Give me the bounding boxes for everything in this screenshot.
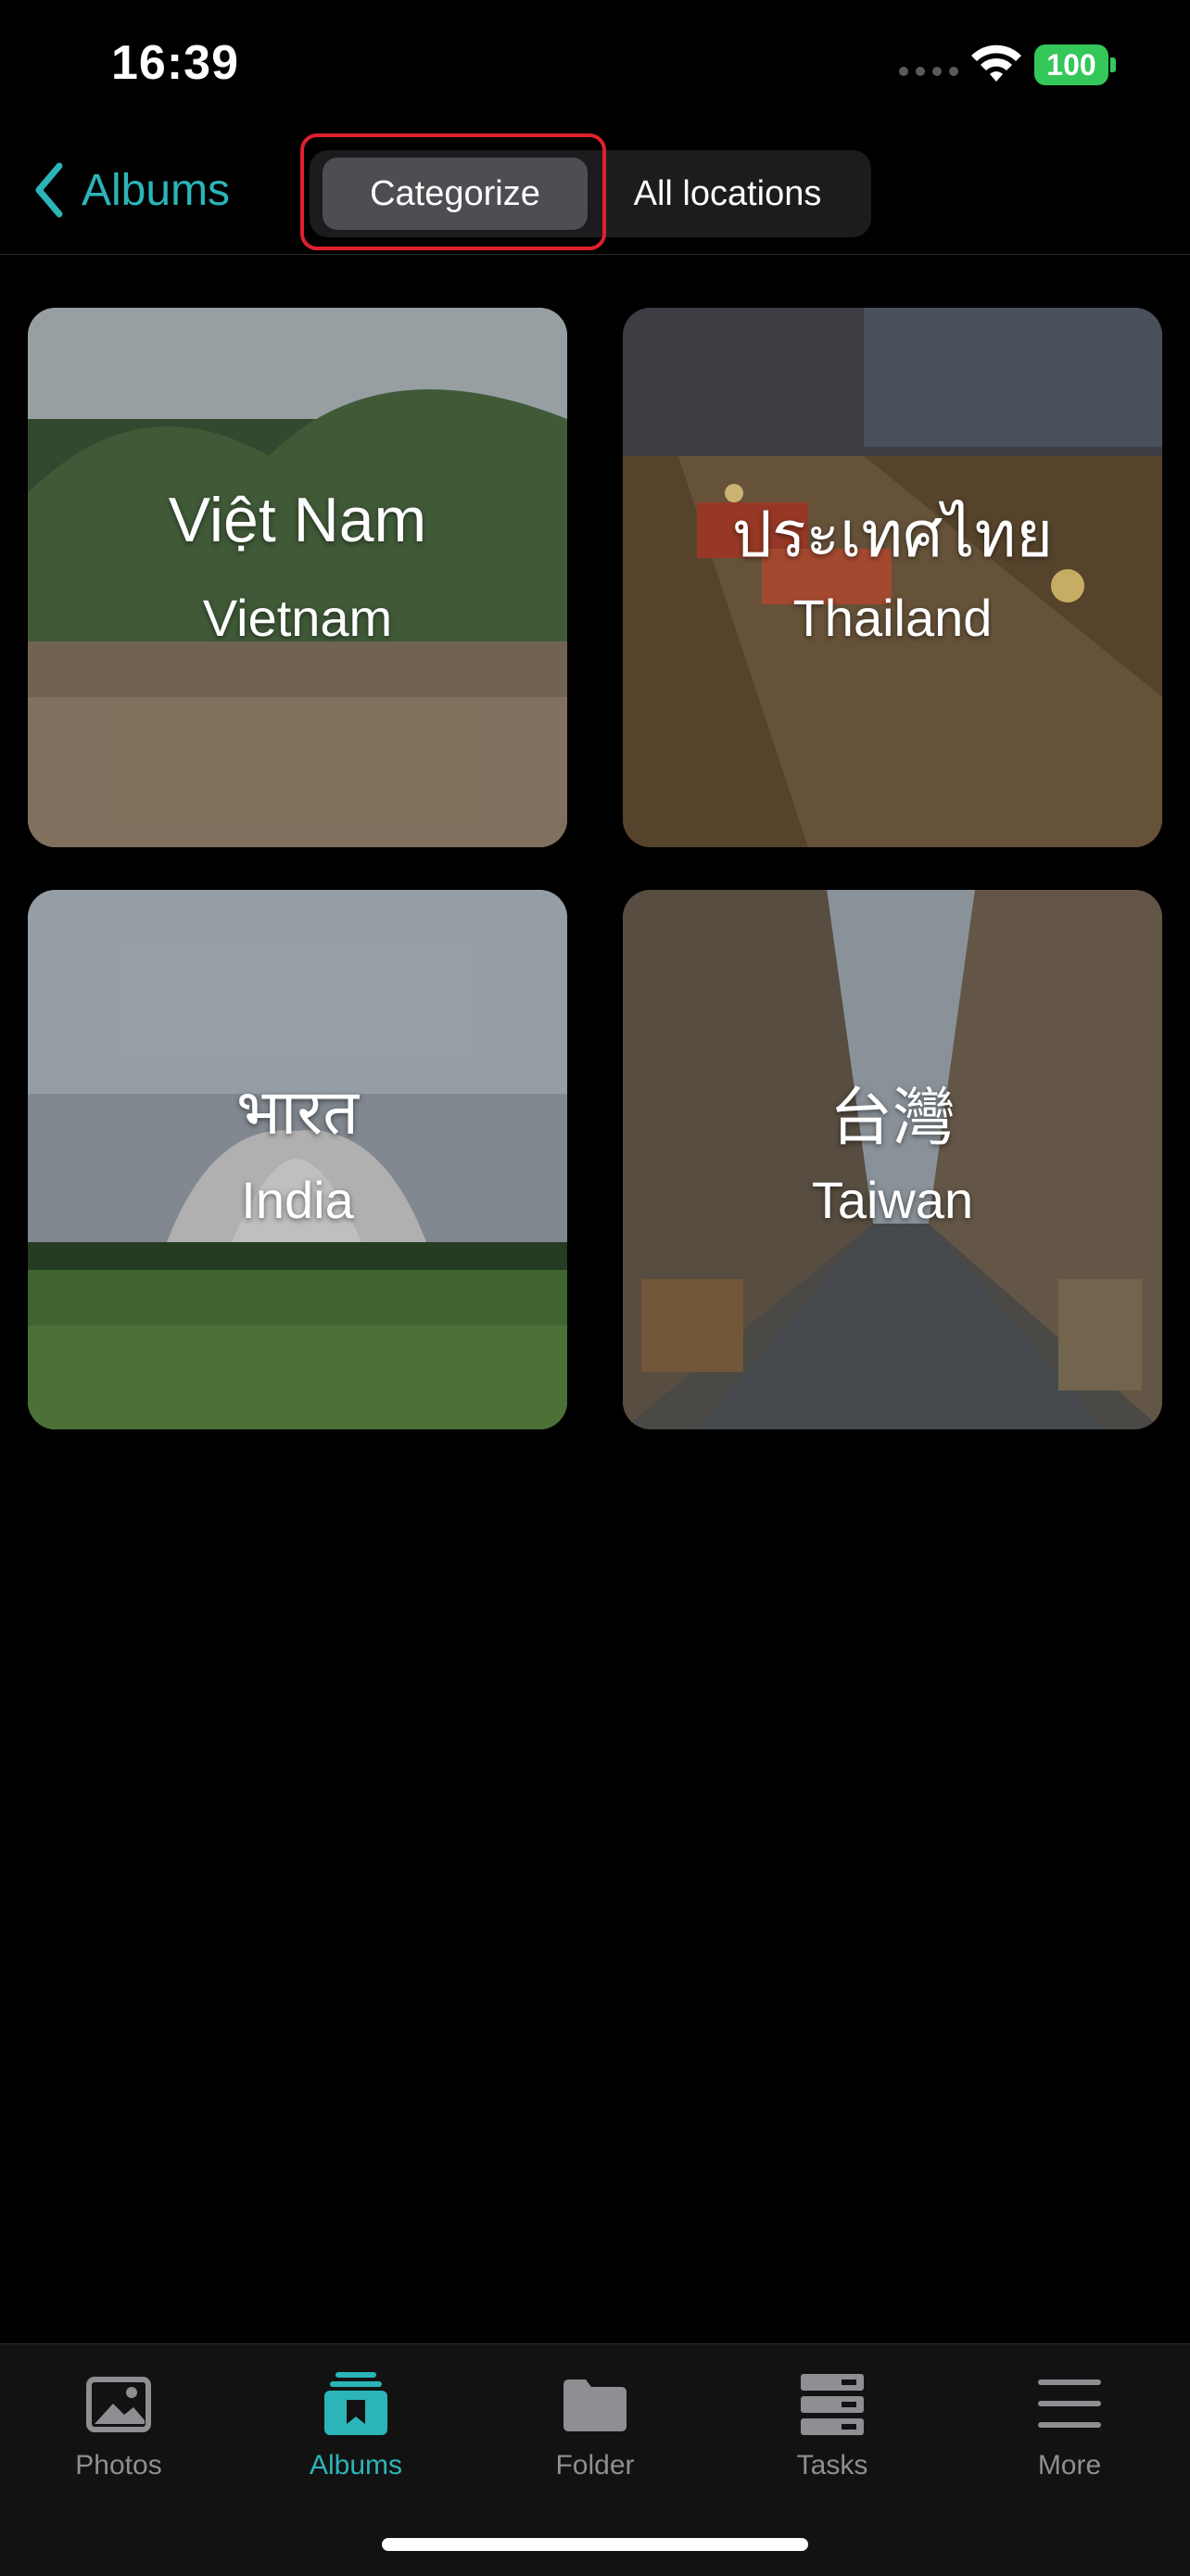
battery-indicator: 100 [1034,44,1108,85]
signal-icon [899,67,958,76]
battery-tip [1110,57,1116,72]
tab-label: Photos [75,2450,162,2481]
chevron-left-icon [35,162,63,218]
album-native-name: 台灣 [829,1083,956,1153]
album-english-name: India [241,1171,354,1229]
album-tile-vietnam[interactable]: Việt Nam Vietnam [28,308,567,847]
album-native-name: ประเทศไทย [731,500,1054,570]
photos-icon [86,2377,151,2432]
tab-tasks[interactable]: Tasks [740,2367,925,2506]
nav-bar: Albums Categorize All locations [0,130,1190,255]
home-indicator[interactable] [382,2538,808,2551]
album-dim-overlay [28,890,567,1429]
album-english-name: Taiwan [811,1171,974,1229]
album-tile-thailand[interactable]: ประเทศไทย Thailand [623,308,1162,847]
back-label: Albums [82,165,231,215]
tab-photos[interactable]: Photos [26,2367,211,2506]
albums-icon [324,2372,387,2435]
album-english-name: Thailand [792,589,993,647]
tab-label: Folder [555,2450,635,2481]
tab-more[interactable]: More [977,2367,1162,2506]
album-dim-overlay [28,308,567,847]
album-native-name: भारत [236,1077,359,1148]
album-dim-overlay [623,890,1162,1429]
album-tile-taiwan[interactable]: 台灣 Taiwan [623,890,1162,1429]
album-tile-india[interactable]: भारत India [28,890,567,1429]
segment-all-locations[interactable]: All locations [593,158,862,230]
back-button[interactable]: Albums [32,158,230,222]
album-native-name: Việt Nam [168,485,427,555]
tab-label: More [1037,2450,1102,2481]
tasks-icon [801,2374,864,2435]
status-time: 16:39 [111,36,239,90]
more-icon [1038,2379,1101,2428]
tab-folder[interactable]: Folder [502,2367,688,2506]
album-english-name: Vietnam [202,589,393,647]
wifi-icon [971,44,1021,82]
highlight-annotation [300,133,606,250]
folder-icon [563,2379,627,2431]
status-bar: 16:39 100 [0,0,1190,130]
tab-albums[interactable]: Albums [263,2367,449,2506]
tab-label: Tasks [796,2450,868,2481]
tab-label: Albums [309,2450,403,2481]
